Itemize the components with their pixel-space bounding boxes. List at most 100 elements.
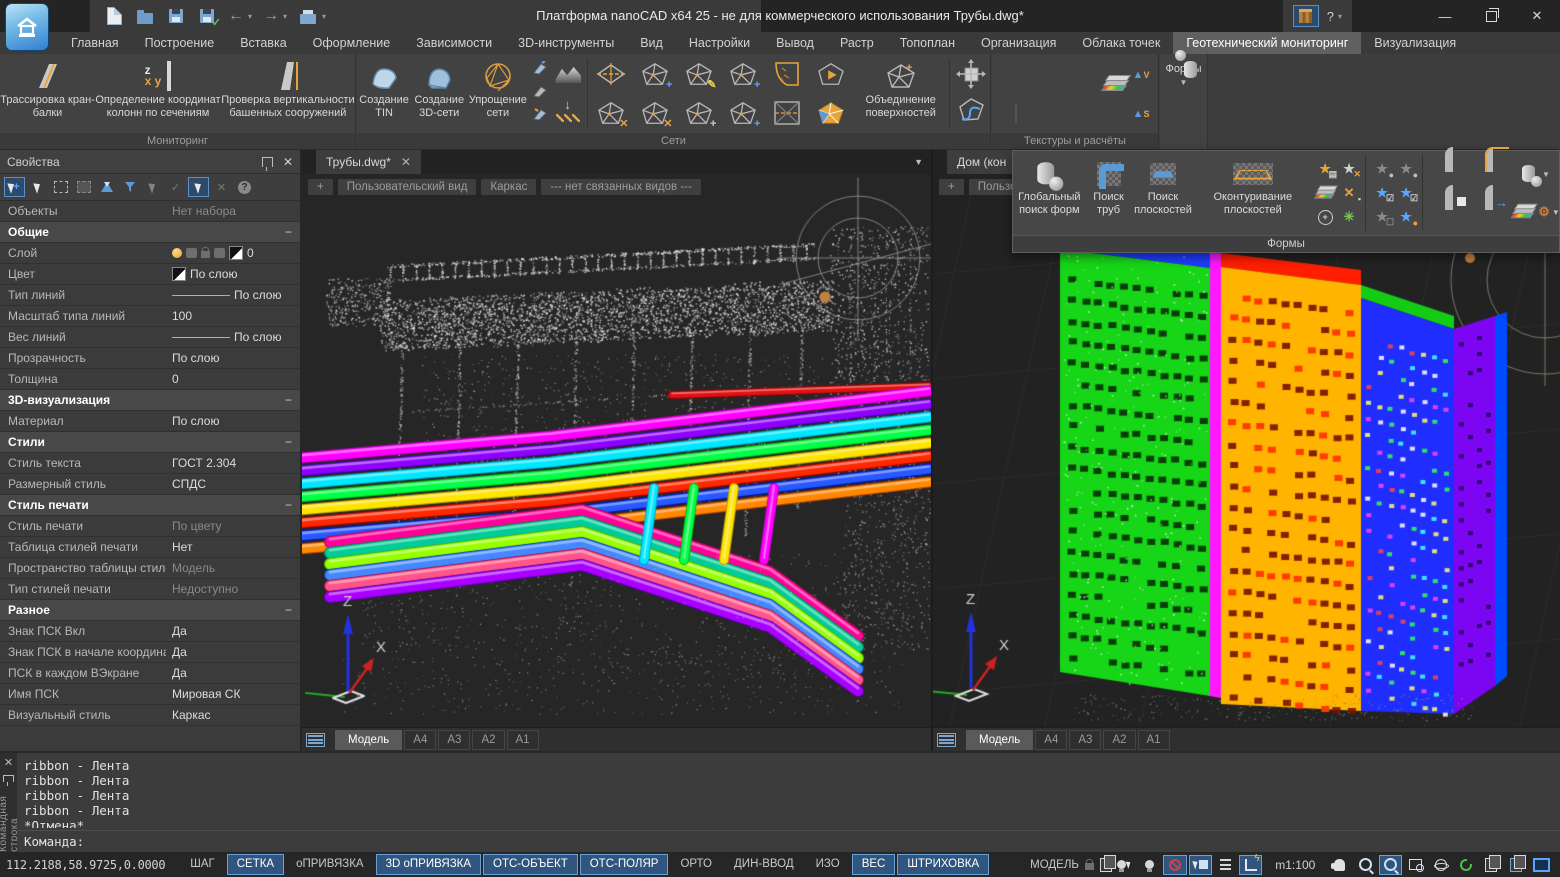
layout-tab-A4[interactable]: A4 (1035, 730, 1067, 750)
tab-list-dropdown-icon[interactable]: ▼ (914, 157, 931, 167)
status-toggle-ИЗО[interactable]: ИЗО (806, 854, 850, 875)
viewport-button-3[interactable]: --- нет связанных видов --- (541, 179, 700, 195)
collapse-icon[interactable]: − (285, 225, 292, 239)
property-row-17[interactable]: Пространство таблицы стилей...Модель (0, 558, 300, 579)
annotation-bulb-icon[interactable] (1138, 855, 1161, 875)
flatten-tool3-icon[interactable] (530, 104, 549, 123)
drape-down-icon[interactable] (556, 100, 580, 122)
property-value[interactable]: Да (166, 624, 300, 638)
quick-properties-icon[interactable] (188, 177, 209, 197)
property-value[interactable]: По слою (166, 288, 300, 302)
select-cursor-icon[interactable] (27, 177, 48, 197)
status-toggle-ОТС-ПОЛЯР[interactable]: ОТС-ПОЛЯР (580, 854, 669, 875)
property-row-23[interactable]: Имя ПСКМировая СК (0, 684, 300, 705)
global-shape-search-button[interactable]: Глобальный поиск форм (1013, 151, 1086, 235)
viewport-lock-icon[interactable] (1085, 863, 1094, 870)
cursor-save-icon[interactable] (1189, 855, 1212, 875)
tower-verticality-button[interactable]: Проверка вертикальности башенных сооруже… (221, 55, 355, 132)
annotation-icon[interactable] (1100, 858, 1112, 872)
mesh-region-icon[interactable] (766, 94, 808, 132)
layer-on-icon[interactable] (172, 248, 182, 258)
ribbon-tab-8[interactable]: Вывод (763, 32, 827, 54)
stars-check-icon[interactable]: ★☑ (1395, 182, 1417, 204)
close-command-icon[interactable]: ✕ (4, 756, 13, 769)
status-toggle-ВЕС[interactable]: ВЕС (852, 854, 896, 875)
layout-tab-A2[interactable]: A2 (472, 730, 504, 750)
property-value[interactable]: Нет (166, 540, 300, 554)
zoom-window-icon[interactable] (1379, 855, 1402, 875)
pin-icon[interactable] (262, 157, 273, 167)
column-coordinates-button[interactable]: zx y Определение координат колонн по сеч… (95, 55, 221, 132)
model-space-label[interactable]: МОДЕЛЬ (1030, 859, 1079, 871)
property-category-19[interactable]: Разное− (0, 600, 300, 621)
layout-tab-A3[interactable]: A3 (438, 730, 470, 750)
merge-surfaces-button[interactable]: + Объединение поверхностей (854, 55, 947, 132)
layer-color-swatch[interactable] (229, 246, 243, 260)
crane-beam-tracing-button[interactable]: Трассировка кран-балки (0, 55, 95, 132)
property-row-18[interactable]: Тип стилей печатиНедоступно (0, 579, 300, 600)
create-3d-mesh-button[interactable]: Создание 3D-сети (411, 55, 467, 132)
ribbon-tab-9[interactable]: Растр (827, 32, 887, 54)
delete-square-icon[interactable]: ✕▪ (1338, 182, 1360, 204)
mesh-colored-icon[interactable] (810, 94, 852, 132)
collapse-icon[interactable]: − (285, 393, 292, 407)
property-row-22[interactable]: ПСК в каждом ВЭкранеДа (0, 663, 300, 684)
pipe-search-button[interactable]: Поиск труб (1086, 151, 1132, 235)
annotation-auto-icon[interactable] (1163, 855, 1186, 875)
mesh-add-vertex-icon[interactable]: + (634, 55, 676, 93)
annotation-visibility-icon[interactable] (1113, 855, 1136, 875)
property-value[interactable]: 0 (166, 372, 300, 386)
mesh-section-axis-icon[interactable] (590, 55, 632, 93)
help-button[interactable]: ?▾ (1327, 9, 1342, 24)
print-icon[interactable] (298, 6, 318, 26)
ribbon-tab-1[interactable]: Построение (132, 32, 228, 54)
undo-dropdown-icon[interactable]: ▾ (248, 12, 252, 21)
property-row-3[interactable]: ЦветПо слою (0, 264, 300, 285)
property-value[interactable]: Модель (166, 561, 300, 575)
star-delete-icon[interactable]: ★✕ (1338, 158, 1360, 180)
pin-command-icon[interactable] (3, 775, 14, 782)
property-category-9[interactable]: 3D-визуализация− (0, 390, 300, 411)
mesh-add-edge-icon[interactable]: + (722, 94, 764, 132)
ribbon-tab-14[interactable]: Визуализация (1361, 32, 1469, 54)
ribbon-tab-0[interactable]: Главная (58, 32, 132, 54)
apply-select-icon[interactable]: ✓ (165, 177, 186, 197)
property-value[interactable]: Недоступно (166, 582, 300, 596)
ribbon-tab-2[interactable]: Вставка (227, 32, 299, 54)
property-category-11[interactable]: Стили− (0, 432, 300, 453)
ribbon-tab-3[interactable]: Оформление (300, 32, 404, 54)
ribbon-tab-4[interactable]: Зависимости (403, 32, 505, 54)
create-tin-button[interactable]: Создание TIN (357, 55, 411, 132)
property-row-8[interactable]: Толщина0 (0, 369, 300, 390)
property-value[interactable]: Да (166, 645, 300, 659)
orbit-icon[interactable] (1429, 855, 1452, 875)
layout-list-icon[interactable] (937, 733, 956, 747)
ribbon-tab-5[interactable]: 3D-инструменты (505, 32, 627, 54)
status-toggle-3D оПРИВЯЗКА[interactable]: 3D оПРИВЯЗКА (376, 854, 481, 875)
save-icon[interactable] (166, 6, 186, 26)
layout-list-icon[interactable] (306, 733, 325, 747)
status-toggle-ШТРИХОВКА[interactable]: ШТРИХОВКА (897, 854, 989, 875)
property-value[interactable]: По слою (166, 414, 300, 428)
redo-dropdown-icon[interactable]: ▾ (283, 12, 287, 21)
copy-view-icon[interactable] (1505, 855, 1528, 875)
window-select-icon[interactable] (50, 177, 71, 197)
ribbon-tab-6[interactable]: Вид (627, 32, 676, 54)
terrain-profile-icon[interactable] (555, 65, 581, 83)
sheets-icon[interactable] (1479, 855, 1502, 875)
status-toggle-СЕТКА[interactable]: СЕТКА (227, 854, 284, 875)
document-tab-pipes[interactable]: Трубы.dwg* ✕ (316, 150, 421, 174)
layers-copy-icon[interactable] (1314, 182, 1336, 204)
star-box-off-icon[interactable]: ★☐ (1371, 206, 1393, 228)
mesh-delete-vertex-icon[interactable]: ✕ (590, 94, 632, 132)
property-category-14[interactable]: Стиль печати− (0, 495, 300, 516)
mesh-add-break-icon[interactable]: + (722, 55, 764, 93)
dynamic-ucs-icon[interactable] (1239, 855, 1262, 875)
layer-print-icon[interactable] (214, 248, 225, 258)
command-prompt[interactable]: Команда: (17, 830, 1560, 852)
filter-select-icon[interactable] (119, 177, 140, 197)
flatten-tool-icon[interactable] (530, 58, 549, 77)
property-value[interactable]: ГОСТ 2.304 (166, 456, 300, 470)
pan-icon[interactable] (1328, 855, 1351, 875)
snowflake-cluster-icon[interactable]: ✳ (1338, 206, 1360, 228)
